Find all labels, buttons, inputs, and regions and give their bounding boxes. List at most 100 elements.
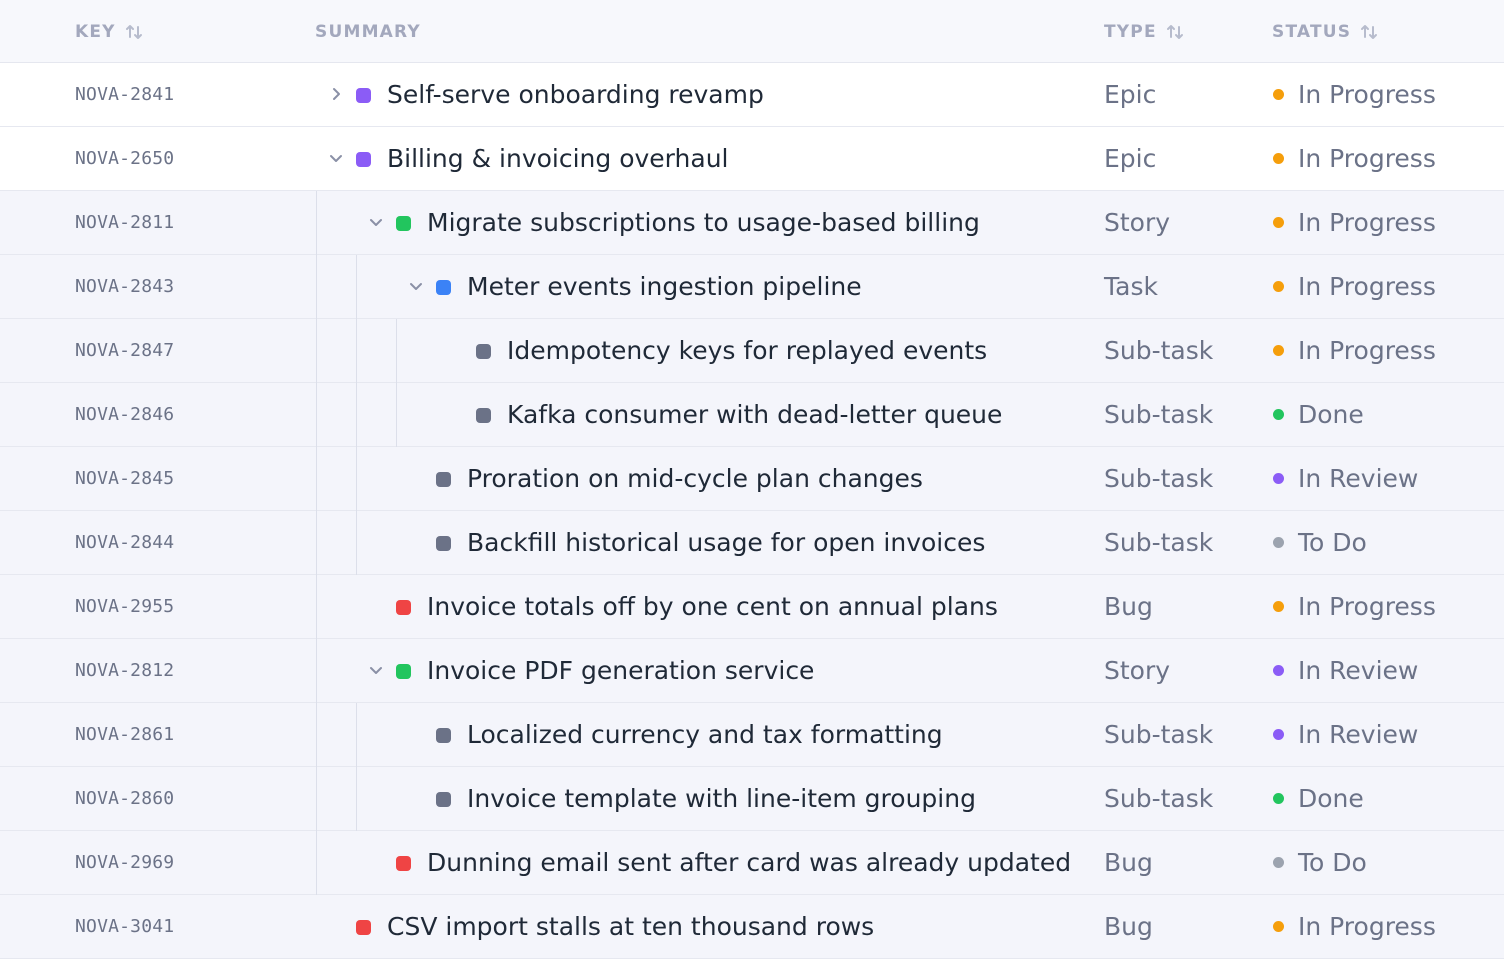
issue-type: Sub-task: [1104, 528, 1214, 557]
issue-key[interactable]: NOVA-2955: [75, 575, 174, 638]
sort-icon[interactable]: [124, 22, 144, 42]
status-label: In Progress: [1298, 208, 1436, 237]
tree-guide-line: [356, 383, 357, 447]
issue-key[interactable]: NOVA-2841: [75, 63, 174, 126]
issue-summary[interactable]: Invoice totals off by one cent on annual…: [427, 575, 998, 638]
status-badge[interactable]: In Progress: [1272, 127, 1436, 190]
status-badge[interactable]: In Progress: [1272, 255, 1436, 318]
table-row[interactable]: NOVA-2812 Invoice PDF generation service S…: [0, 639, 1504, 703]
status-badge[interactable]: In Progress: [1272, 575, 1436, 638]
status-label: In Review: [1298, 464, 1419, 493]
issue-key[interactable]: NOVA-2847: [75, 319, 174, 382]
table-row[interactable]: NOVA-2846 Kafka consumer with dead-letter…: [0, 383, 1504, 447]
table-row[interactable]: NOVA-2843 Meter events ingestion pipeline…: [0, 255, 1504, 319]
tree-guide-line: [316, 767, 317, 831]
column-header-key[interactable]: KEY: [75, 21, 144, 43]
issue-key[interactable]: NOVA-3041: [75, 895, 174, 958]
table-row[interactable]: NOVA-3041 CSV import stalls at ten thousa…: [0, 895, 1504, 959]
issue-summary[interactable]: Proration on mid-cycle plan changes: [467, 447, 923, 510]
column-header-summary-label: SUMMARY: [315, 22, 421, 42]
status-label: In Review: [1298, 720, 1419, 749]
task-type-icon: [436, 280, 451, 295]
status-badge[interactable]: To Do: [1272, 831, 1367, 894]
table-row[interactable]: NOVA-2811 Migrate subscriptions to usage-…: [0, 191, 1504, 255]
table-row[interactable]: NOVA-2847 Idempotency keys for replayed e…: [0, 319, 1504, 383]
tree-guide-line: [316, 575, 317, 639]
status-badge[interactable]: In Progress: [1272, 895, 1436, 958]
issue-summary[interactable]: Meter events ingestion pipeline: [467, 255, 862, 318]
status-dot-icon: [1273, 473, 1284, 484]
issue-type: Sub-task: [1104, 464, 1214, 493]
chevron-down-icon[interactable]: [365, 659, 387, 681]
issue-type: Sub-task: [1104, 336, 1214, 365]
issue-key[interactable]: NOVA-2969: [75, 831, 174, 894]
tree-guide-line: [356, 767, 357, 831]
issue-summary[interactable]: Backfill historical usage for open invoi…: [467, 511, 985, 574]
chevron-down-icon[interactable]: [325, 147, 347, 169]
issue-summary[interactable]: Localized currency and tax formatting: [467, 703, 943, 766]
status-label: To Do: [1298, 848, 1367, 877]
table-row[interactable]: NOVA-2845 Proration on mid-cycle plan cha…: [0, 447, 1504, 511]
issue-summary[interactable]: Kafka consumer with dead-letter queue: [507, 383, 1002, 446]
tree-guide-line: [316, 639, 317, 703]
status-badge[interactable]: In Review: [1272, 639, 1418, 702]
status-badge[interactable]: Done: [1272, 383, 1364, 446]
issue-summary[interactable]: Migrate subscriptions to usage-based bil…: [427, 191, 980, 254]
issue-type: Story: [1104, 208, 1171, 237]
status-badge[interactable]: To Do: [1272, 511, 1367, 574]
status-label: In Progress: [1298, 272, 1436, 301]
table-row[interactable]: NOVA-2860 Invoice template with line-item…: [0, 767, 1504, 831]
status-badge[interactable]: In Progress: [1272, 63, 1436, 126]
issue-summary[interactable]: Idempotency keys for replayed events: [507, 319, 987, 382]
status-badge[interactable]: In Progress: [1272, 319, 1436, 382]
issue-summary[interactable]: Invoice PDF generation service: [427, 639, 814, 702]
issue-summary[interactable]: Dunning email sent after card was alread…: [427, 831, 1071, 894]
tree-guide-line: [356, 319, 357, 383]
table-row[interactable]: NOVA-2955 Invoice totals off by one cent …: [0, 575, 1504, 639]
chevron-right-icon[interactable]: [325, 83, 347, 105]
table-row[interactable]: NOVA-2650 Billing & invoicing overhaul Epi…: [0, 127, 1504, 191]
issue-key[interactable]: NOVA-2650: [75, 127, 174, 190]
status-dot-icon: [1273, 921, 1284, 932]
subtask-type-icon: [476, 344, 491, 359]
status-badge[interactable]: In Progress: [1272, 191, 1436, 254]
subtask-type-icon: [476, 408, 491, 423]
issue-key[interactable]: NOVA-2843: [75, 255, 174, 318]
status-badge[interactable]: In Review: [1272, 447, 1418, 510]
status-dot-icon: [1273, 345, 1284, 356]
tree-guide-line: [356, 255, 357, 319]
issue-type: Epic: [1104, 80, 1157, 109]
table-row[interactable]: NOVA-2861 Localized currency and tax form…: [0, 703, 1504, 767]
status-dot-icon: [1273, 89, 1284, 100]
status-badge[interactable]: Done: [1272, 767, 1364, 830]
issue-summary[interactable]: Self-serve onboarding revamp: [387, 63, 764, 126]
issue-summary[interactable]: CSV import stalls at ten thousand rows: [387, 895, 874, 958]
issue-key[interactable]: NOVA-2844: [75, 511, 174, 574]
issue-summary[interactable]: Billing & invoicing overhaul: [387, 127, 728, 190]
sort-icon[interactable]: [1359, 22, 1379, 42]
tree-guide-line: [316, 511, 317, 575]
table-row[interactable]: NOVA-2844 Backfill historical usage for o…: [0, 511, 1504, 575]
chevron-down-icon[interactable]: [405, 275, 427, 297]
table-row[interactable]: NOVA-2969 Dunning email sent after card w…: [0, 831, 1504, 895]
issue-key[interactable]: NOVA-2845: [75, 447, 174, 510]
issue-key[interactable]: NOVA-2811: [75, 191, 174, 254]
bug-type-icon: [356, 920, 371, 935]
issue-key[interactable]: NOVA-2846: [75, 383, 174, 446]
issue-key[interactable]: NOVA-2860: [75, 767, 174, 830]
column-header-type[interactable]: TYPE: [1104, 21, 1185, 43]
tree-guide-line: [396, 319, 397, 383]
chevron-down-icon[interactable]: [365, 211, 387, 233]
column-header-status[interactable]: STATUS: [1272, 21, 1379, 43]
status-label: Done: [1298, 400, 1364, 429]
issue-summary[interactable]: Invoice template with line-item grouping: [467, 767, 976, 830]
status-label: In Progress: [1298, 912, 1436, 941]
issue-type: Task: [1104, 272, 1158, 301]
sort-icon[interactable]: [1165, 22, 1185, 42]
issue-key[interactable]: NOVA-2812: [75, 639, 174, 702]
table-row[interactable]: NOVA-2841 Self-serve onboarding revamp Epi…: [0, 63, 1504, 127]
status-badge[interactable]: In Review: [1272, 703, 1418, 766]
issue-type: Bug: [1104, 848, 1153, 877]
issue-key[interactable]: NOVA-2861: [75, 703, 174, 766]
tree-guide-line: [396, 383, 397, 447]
